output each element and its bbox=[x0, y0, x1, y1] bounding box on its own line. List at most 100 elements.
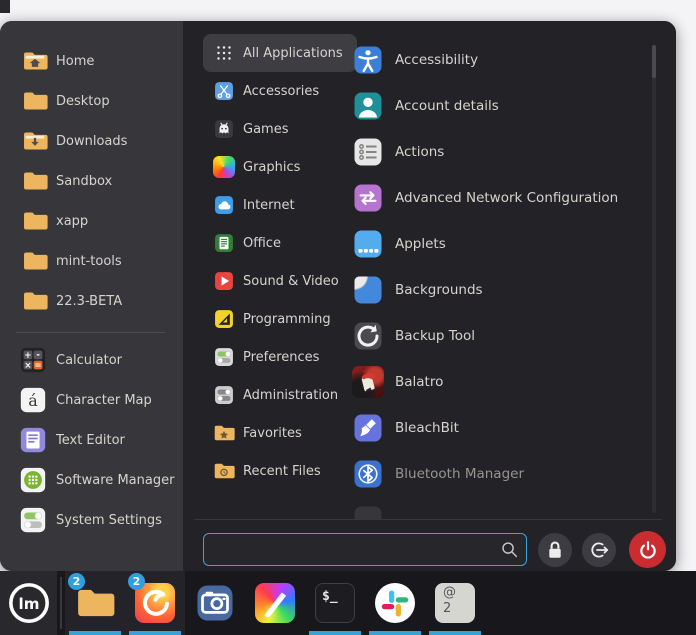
category-sound-video[interactable]: Sound & Video bbox=[203, 262, 353, 300]
category-label: Graphics bbox=[243, 160, 300, 175]
sidebar-shortcut-system-settings[interactable]: System Settings bbox=[0, 500, 183, 540]
category-graphics[interactable]: Graphics bbox=[203, 148, 314, 186]
search-input[interactable] bbox=[203, 533, 527, 566]
slack-icon bbox=[375, 583, 415, 623]
category-preferences[interactable]: Preferences bbox=[203, 338, 333, 376]
notification-badge: 2 bbox=[128, 573, 145, 590]
category-recent-files[interactable]: Recent Files bbox=[203, 452, 335, 490]
app-actions[interactable]: Actions bbox=[352, 129, 630, 175]
sidebar-shortcut-character-map[interactable]: áCharacter Map bbox=[0, 380, 183, 420]
svg-text:×: × bbox=[24, 360, 31, 370]
scrollbar-track[interactable] bbox=[652, 45, 656, 513]
backup-tool-icon bbox=[352, 320, 384, 352]
taskbar-mail-client[interactable]: @2 bbox=[425, 571, 485, 635]
app-label: Balatro bbox=[395, 374, 443, 390]
system-settings-icon bbox=[18, 505, 48, 535]
taskbar-firefox[interactable]: 2 bbox=[125, 571, 185, 635]
sidebar-place-home[interactable]: Home bbox=[0, 41, 183, 81]
shortcut-label: Text Editor bbox=[56, 433, 125, 448]
category-label: Favorites bbox=[243, 426, 302, 441]
sidebar-place-desktop[interactable]: Desktop bbox=[0, 81, 183, 121]
taskbar-terminal[interactable]: $_ bbox=[305, 571, 365, 635]
app-label: Accessibility bbox=[395, 52, 478, 68]
category-administration[interactable]: Administration bbox=[203, 376, 352, 414]
app-advanced-network-configuration[interactable]: Advanced Network Configuration bbox=[352, 175, 630, 221]
sidebar-place-downloads[interactable]: Downloads bbox=[0, 121, 183, 161]
folder-icon bbox=[22, 248, 48, 274]
accessibility-icon bbox=[352, 44, 384, 76]
lock-button[interactable] bbox=[538, 533, 572, 567]
app-label: Applets bbox=[395, 236, 446, 252]
svg-text:-: - bbox=[36, 350, 40, 360]
category-label: Preferences bbox=[243, 350, 319, 365]
app-backup-tool[interactable]: Backup Tool bbox=[352, 313, 630, 359]
notification-badge: 2 bbox=[68, 573, 85, 590]
app-cut-off[interactable] bbox=[352, 497, 630, 519]
calculator-icon: + - × = bbox=[18, 345, 48, 375]
taskbar-drawing-app[interactable] bbox=[245, 571, 305, 635]
svg-text:lm: lm bbox=[18, 595, 39, 613]
app-label: BleachBit bbox=[395, 420, 459, 436]
taskbar-slack[interactable] bbox=[365, 571, 425, 635]
app-account-details[interactable]: Account details bbox=[352, 83, 630, 129]
sidebar-place-22-3-beta[interactable]: 22.3-BETA bbox=[0, 281, 183, 321]
cinnamon-menu: HomeDesktop Downloads Sandbox xappmint-tool… bbox=[0, 21, 676, 571]
app-balatro[interactable]: Balatro bbox=[352, 359, 630, 405]
category-internet[interactable]: Internet bbox=[203, 186, 309, 224]
logout-button[interactable] bbox=[582, 533, 616, 567]
background-window-edge bbox=[0, 0, 10, 13]
taskbar-screenshot-tool[interactable] bbox=[185, 571, 245, 635]
app-backgrounds[interactable]: Backgrounds bbox=[352, 267, 630, 313]
category-office[interactable]: Office bbox=[203, 224, 295, 262]
taskbar-file-manager[interactable]: 2 bbox=[65, 571, 125, 635]
folder-icon bbox=[22, 168, 48, 194]
category-label: All Applications bbox=[243, 46, 343, 61]
sidebar-place-sandbox[interactable]: Sandbox bbox=[0, 161, 183, 201]
category-all-applications[interactable]: All Applications bbox=[203, 34, 357, 72]
taskbar-items: 2 2 $_ @2 bbox=[65, 571, 485, 635]
bluetooth-icon bbox=[352, 458, 384, 490]
sidebar-shortcut-text-editor[interactable]: Text Editor bbox=[0, 420, 183, 460]
category-games[interactable]: Games bbox=[203, 110, 302, 148]
internet-icon bbox=[213, 194, 235, 216]
sound-video-icon bbox=[213, 270, 235, 292]
sidebar-place-mint-tools[interactable]: mint-tools bbox=[0, 241, 183, 281]
power-button[interactable] bbox=[629, 531, 666, 568]
lock-icon bbox=[542, 537, 568, 563]
app-accessibility[interactable]: Accessibility bbox=[352, 37, 630, 83]
place-label: Downloads bbox=[56, 134, 127, 149]
mint-logo-icon: lm bbox=[7, 581, 51, 625]
administration-icon bbox=[213, 384, 235, 406]
sidebar-shortcut-software-manager[interactable]: Software Manager bbox=[0, 460, 183, 500]
software-manager-icon bbox=[18, 465, 48, 495]
paint-icon bbox=[255, 583, 295, 623]
app-label: Backup Tool bbox=[395, 328, 475, 344]
menu-main-area: All Applications Accessories Games Graphics… bbox=[183, 21, 676, 571]
games-icon bbox=[213, 118, 235, 140]
category-accessories[interactable]: Accessories bbox=[203, 72, 333, 110]
app-applets[interactable]: Applets bbox=[352, 221, 630, 267]
category-favorites[interactable]: Favorites bbox=[203, 414, 316, 452]
search-separator bbox=[195, 519, 662, 520]
bleachbit-icon bbox=[352, 412, 384, 444]
programming-icon bbox=[213, 308, 235, 330]
scrollbar-thumb[interactable] bbox=[652, 45, 656, 78]
folder-icon bbox=[22, 208, 48, 234]
svg-text:=: = bbox=[35, 360, 42, 370]
sidebar-place-xapp[interactable]: xapp bbox=[0, 201, 183, 241]
place-label: Sandbox bbox=[56, 174, 112, 189]
category-label: Administration bbox=[243, 388, 338, 403]
sidebar-shortcut-calculator[interactable]: + - × = Calculator bbox=[0, 340, 183, 380]
app-bluetooth-manager[interactable]: Bluetooth Manager bbox=[352, 451, 630, 497]
app-bleachbit[interactable]: BleachBit bbox=[352, 405, 630, 451]
category-programming[interactable]: Programming bbox=[203, 300, 345, 338]
category-label: Games bbox=[243, 122, 288, 137]
menu-button[interactable]: lm bbox=[0, 571, 57, 635]
folder-clock-icon bbox=[213, 460, 235, 482]
graphics-icon bbox=[213, 156, 235, 178]
folder-home-icon bbox=[22, 48, 48, 74]
svg-text:+: + bbox=[24, 350, 31, 360]
network-config-icon bbox=[352, 182, 384, 214]
shortcut-label: Calculator bbox=[56, 353, 122, 368]
firefox-icon bbox=[135, 583, 175, 623]
